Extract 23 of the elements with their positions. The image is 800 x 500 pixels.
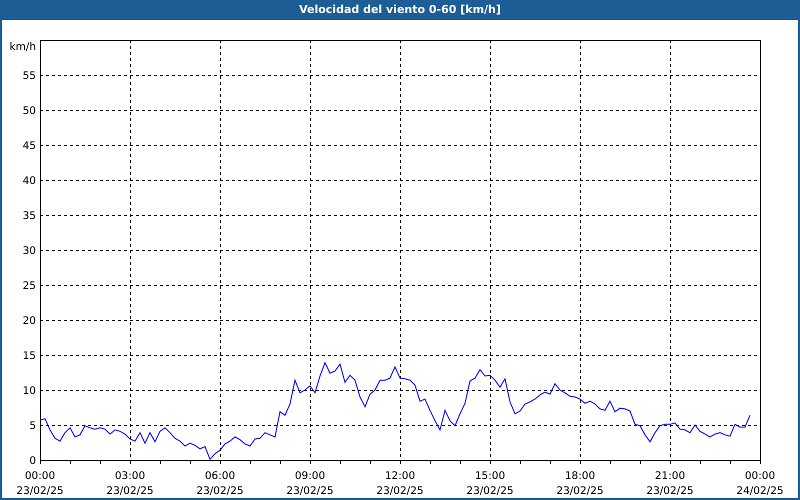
axis-tick-label: 50 (22, 105, 36, 117)
axis-tick-label: 18:00 23/02/25 (556, 470, 604, 497)
axis-tick-label: 10 (22, 385, 36, 397)
axis-tick-label: 03:00 23/02/25 (106, 470, 154, 497)
axis-tick-label: 55 (22, 70, 36, 82)
axis-tick-label: 12:00 23/02/25 (376, 470, 424, 497)
axis-tick-label: 30 (22, 245, 36, 257)
axis-tick-label: 15 (22, 350, 36, 362)
axis-tick-label: 35 (22, 210, 36, 222)
axis-tick-label: 21:00 23/02/25 (646, 470, 694, 497)
axis-tick-label: 0 (29, 455, 36, 467)
chart-title: Velocidad del viento 0-60 [km/h] (2, 0, 798, 20)
axis-tick-label: 15:00 23/02/25 (466, 470, 514, 497)
axis-tick-label: 06:00 23/02/25 (196, 470, 244, 497)
axis-tick-label: 45 (22, 140, 36, 152)
axis-tick-label: 5 (29, 420, 36, 432)
axis-tick-label: 09:00 23/02/25 (286, 470, 334, 497)
axis-tick-label: 40 (22, 175, 36, 187)
axis-unit-label: km/h (9, 41, 36, 53)
axis-tick-label: 00:00 24/02/25 (736, 470, 784, 497)
axis-tick-label: 20 (22, 315, 36, 327)
axis-tick-label: 25 (22, 280, 36, 292)
axis-tick-label: 00:00 23/02/25 (16, 470, 64, 497)
